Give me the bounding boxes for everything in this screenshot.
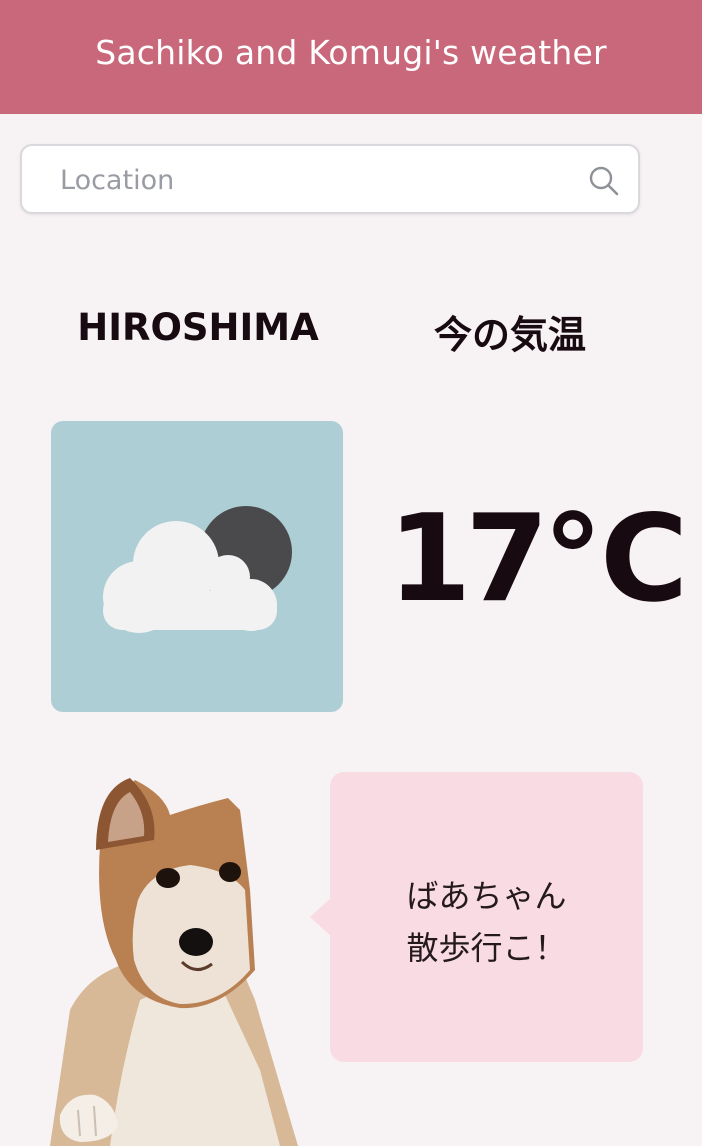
app-title: Sachiko and Komugi's weather	[95, 32, 607, 72]
speech-line-1: ばあちゃん	[406, 877, 567, 915]
weather-icon-tile	[51, 421, 343, 712]
cloud-night-icon	[103, 506, 292, 633]
current-temperature-label: 今の気温	[433, 313, 586, 357]
speech-line-2: 散歩行こ！	[406, 929, 567, 967]
search-icon[interactable]	[588, 165, 620, 197]
city-name: HIROSHIMA	[77, 306, 319, 349]
speech-bubble-tail	[310, 897, 332, 937]
search-box[interactable]	[20, 144, 640, 214]
temperature-value: 17℃	[387, 490, 688, 629]
location-search-input[interactable]	[58, 146, 582, 214]
speech-text: ばあちゃん 散歩行こ！	[330, 870, 643, 974]
speech-bubble: ばあちゃん 散歩行こ！	[330, 772, 643, 1062]
app-header: Sachiko and Komugi's weather	[0, 0, 702, 114]
dog-photo	[50, 778, 298, 1146]
